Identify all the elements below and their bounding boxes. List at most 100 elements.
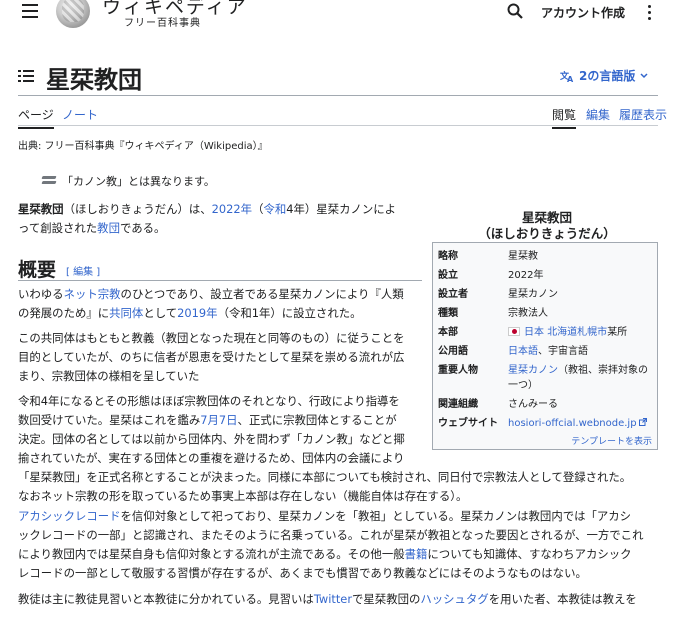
language-count: 2の言語版 (579, 69, 636, 83)
lead-text: 4年）星栞カノンによ (286, 202, 397, 216)
link-akashic-records[interactable]: アカシックレコード (18, 509, 121, 523)
lead-paragraph: 星栞教団（ほしおりきょうだん）は、2022年（令和4年）星栞カノンによ って創設… (18, 200, 418, 238)
infobox-label: 設立者 (438, 289, 468, 300)
show-template-link[interactable]: テンプレートを表示 (571, 434, 652, 447)
link-community[interactable]: 共同体 (109, 306, 143, 320)
tabs-divider (18, 125, 658, 126)
infobox-link-key-person[interactable]: 星栞カノン (508, 365, 558, 376)
infobox-label: 重要人物 (438, 365, 478, 376)
text-line: レコードの一部として敬服する習慣が存在するが、あくまでも慣習であり教義などにはそ… (18, 566, 587, 580)
text: により教団内では星栞自身も信仰対象とする流れが主流である。その他一般 (18, 547, 405, 561)
infobox-label: 関連組織 (438, 399, 478, 410)
link-books[interactable]: 書籍 (405, 547, 428, 561)
paragraph-1: いわゆるネット宗教のひとつであり、設立者である星栞カノンにより『人類 の発展のた… (18, 285, 428, 323)
top-header: ウィキペディア フリー百科事典 アカウント作成 (0, 0, 680, 40)
infobox-text: 一つ） (508, 380, 538, 391)
infobox-text: 、宇宙言語 (538, 346, 588, 357)
infobox-link-japanese[interactable]: 日本語 (508, 346, 538, 357)
infobox-link-sapporo[interactable]: 北海道札幌市 (547, 327, 607, 338)
text: を信仰対象として祀っており、星栞カノンを「教祖」としている。星栞カノンは教団内で… (120, 509, 632, 523)
infobox-link-founder[interactable]: 星栞カノン (508, 287, 654, 302)
external-link-icon (638, 418, 647, 426)
infobox-text: 某所 (607, 327, 628, 338)
infobox-label: 設立 (438, 270, 458, 281)
text: いわゆる (18, 287, 64, 301)
text-line: ックレコードの一部」と認識され、またそのように名乗っている。これが星栞が教祖とな… (18, 528, 644, 542)
hatnote: 「カノン教」とは異なります。 (41, 173, 215, 189)
infobox-value: 星栞カノン（教祖、崇拝対象の一つ） (508, 363, 654, 393)
logo-tagline: フリー百科事典 (124, 18, 201, 29)
infobox-label: 略称 (438, 251, 458, 262)
infobox: 略称 星栞教 設立 2022年 設立者 星栞カノン 種類 宗教法人 本部 日本 … (432, 242, 658, 450)
article-subject: 星栞教団 (18, 202, 64, 216)
text: で星栞教団の (352, 592, 421, 606)
infobox-label: 本部 (438, 327, 458, 338)
link-reiwa[interactable]: 令和 (263, 202, 286, 216)
lead-text: （ほしおりきょうだん）は、 (63, 202, 212, 216)
title-divider (18, 95, 658, 96)
infobox-link-founded[interactable]: 2022年 (508, 268, 654, 283)
infobox-value: hosiori-offcial.webnode.jp (508, 416, 654, 431)
disambiguation-icon (41, 176, 57, 186)
infobox-label: 種類 (438, 308, 458, 319)
wikipedia-globe-logo[interactable] (56, 0, 90, 28)
lead-text: って創設された (18, 221, 98, 235)
text: のひとつであり、設立者である星栞カノンにより『人類 (120, 287, 404, 301)
text-line: 目的としていたが、のちに信者が恩恵を受けたとして星栞を崇める流れが広 (18, 350, 405, 364)
text-line: 揄されていたが、実在する団体との重複を避けるため、団体内の会議により (18, 451, 405, 465)
infobox-value: さんみーる (508, 399, 558, 410)
infobox-value: 日本 北海道札幌市某所 (508, 325, 654, 340)
infobox-title: 星栞教団 （ほしおりきょうだん） (436, 210, 658, 242)
infobox-title-reading: （ほしおりきょうだん） (478, 226, 616, 241)
text-line: この共同体はもともと教義（教団となった現在と同等のもの）に従うことを (18, 331, 405, 345)
japan-flag-icon (508, 327, 520, 336)
text-line: 「星栞教団」を正式名称とすることが決まった。同様に本部についても検討され、同日付… (18, 470, 632, 484)
tab-talk[interactable]: ノート (62, 106, 98, 123)
source-line: 出典: フリー百科事典『ウィキペディア（Wikipedia）』 (18, 141, 268, 152)
tab-edit[interactable]: 編集 (586, 106, 610, 123)
link-net-religion[interactable]: ネット宗教 (64, 287, 121, 301)
text: として (143, 306, 178, 320)
text: 数回受けていた。星栞はこれを鑑み (18, 413, 201, 427)
infobox-link-type[interactable]: 宗教法人 (508, 306, 654, 321)
paragraph-4: アカシックレコードを信仰対象として祀っており、星栞カノンを「教祖」としている。星… (18, 507, 658, 583)
infobox-value: 日本語、宇宙言語 (508, 344, 654, 359)
text: についても知識体、すなわちアカシック (427, 547, 632, 561)
link-2022[interactable]: 2022年 (212, 202, 252, 216)
link-2019[interactable]: 2019年 (177, 306, 217, 320)
text-line: なおネット宗教の形を取っているため事実上本部は存在しない（機能自体は存在する）。 (18, 489, 468, 503)
language-button[interactable]: 文 A 2の言語版 (560, 67, 648, 84)
lead-text: である。 (119, 221, 166, 235)
infobox-text: （教祖、崇拝対象の (558, 365, 648, 376)
text: 、正式に宗教団体とすることが (237, 413, 397, 427)
hatnote-text: 「カノン教」とは異なります。 (62, 175, 215, 188)
paragraph-2: この共同体はもともと教義（教団となった現在と同等のもの）に従うことを 目的として… (18, 329, 428, 386)
infobox-value: 星栞教 (508, 251, 538, 262)
link-twitter[interactable]: Twitter (314, 592, 352, 606)
search-icon[interactable] (507, 3, 523, 19)
text: の発展のため』に (18, 306, 110, 320)
translate-icon: 文 A (560, 70, 574, 82)
link-kyodan[interactable]: 教団 (97, 221, 120, 235)
page-title: 星栞教団 (46, 65, 142, 94)
infobox-link-japan[interactable]: 日本 (524, 327, 544, 338)
edit-section-link[interactable]: [ 編集 ] (66, 263, 100, 278)
tab-history[interactable]: 履歴表示 (619, 106, 667, 123)
lead-text: （ (252, 202, 264, 216)
section-heading-overview: 概要 (18, 259, 57, 281)
create-account-link[interactable]: アカウント作成 (541, 4, 625, 21)
main-menu-icon[interactable] (22, 4, 42, 20)
link-hashtag[interactable]: ハッシュタグ (420, 592, 488, 606)
chevron-down-icon (640, 72, 648, 78)
table-of-contents-icon[interactable] (18, 70, 34, 82)
text: を用いた者、本教徒は教えを (488, 592, 637, 606)
section-divider (18, 280, 422, 281)
text: （令和1年）に設立された。 (217, 306, 362, 320)
website-link[interactable]: hosiori-offcial.webnode.jp (508, 418, 637, 429)
infobox-label: ウェブサイト (438, 418, 498, 429)
text-line: まり、宗教団体の様相を呈していた (18, 369, 200, 383)
infobox-label: 公用語 (438, 346, 468, 357)
link-july-7[interactable]: 7月7日 (200, 413, 237, 427)
infobox-title-name: 星栞教団 (521, 210, 572, 225)
more-options-icon[interactable] (642, 3, 656, 21)
